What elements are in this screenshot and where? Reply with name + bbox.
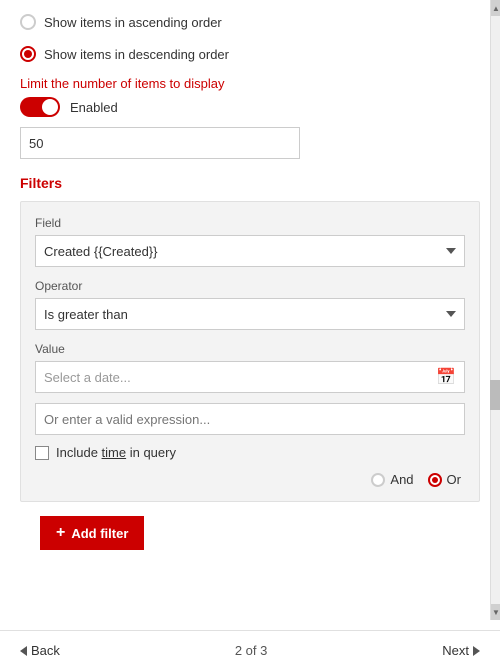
field-label: Field: [35, 216, 465, 230]
operator-label: Operator: [35, 279, 465, 293]
descending-radio[interactable]: [20, 46, 36, 62]
enabled-toggle[interactable]: [20, 97, 60, 117]
field-select-chevron: [446, 248, 456, 254]
field-select-value: Created {{Created}}: [44, 244, 157, 259]
field-select[interactable]: Created {{Created}}: [35, 235, 465, 267]
ascending-radio[interactable]: [20, 14, 36, 30]
next-label: Next: [442, 643, 469, 658]
toggle-label: Enabled: [70, 100, 118, 115]
bottom-nav: Back 2 of 3 Next: [0, 630, 500, 670]
scroll-down-arrow[interactable]: ▼: [491, 604, 500, 620]
add-filter-label: Add filter: [71, 526, 128, 541]
next-button[interactable]: Next: [442, 643, 480, 658]
date-input-row[interactable]: Select a date... 📅: [35, 361, 465, 393]
ascending-label: Show items in ascending order: [44, 15, 222, 30]
or-label: Or: [447, 472, 461, 487]
descending-option[interactable]: Show items in descending order: [20, 38, 480, 70]
operator-select-value: Is greater than: [44, 307, 128, 322]
expression-input[interactable]: [35, 403, 465, 435]
plus-icon: +: [56, 524, 65, 542]
page-info: 2 of 3: [235, 643, 268, 658]
and-option[interactable]: And: [371, 472, 413, 487]
checkbox-label: Include time in query: [56, 445, 176, 460]
filters-title: Filters: [20, 175, 480, 191]
toggle-row: Enabled: [20, 97, 480, 117]
include-time-row[interactable]: Include time in query: [35, 445, 465, 460]
date-placeholder: Select a date...: [44, 370, 131, 385]
scroll-up-arrow[interactable]: ▲: [491, 0, 500, 16]
top-section: Show items in ascending order Show items…: [0, 0, 500, 175]
and-radio[interactable]: [371, 473, 385, 487]
scrollbar-thumb[interactable]: [490, 380, 500, 410]
value-label: Value: [35, 342, 465, 356]
limit-label: Limit the number of items to display: [20, 76, 480, 91]
or-option[interactable]: Or: [428, 472, 461, 487]
back-label: Back: [31, 643, 60, 658]
filters-box: Field Created {{Created}} Operator Is gr…: [20, 201, 480, 502]
scrollbar-track: ▲ ▼: [490, 0, 500, 620]
limit-input[interactable]: [20, 127, 300, 159]
operator-select-chevron: [446, 311, 456, 317]
or-radio[interactable]: [428, 473, 442, 487]
operator-select[interactable]: Is greater than: [35, 298, 465, 330]
limit-section: Limit the number of items to display Ena…: [20, 70, 480, 175]
page-container: Show items in ascending order Show items…: [0, 0, 500, 670]
and-or-row: And Or: [35, 472, 465, 487]
and-label: And: [390, 472, 413, 487]
add-filter-button[interactable]: + Add filter: [40, 516, 144, 550]
filters-section: Filters Field Created {{Created}} Operat…: [0, 175, 500, 630]
calendar-icon[interactable]: 📅: [436, 367, 456, 387]
next-chevron-icon: [473, 646, 480, 656]
back-button[interactable]: Back: [20, 643, 60, 658]
ascending-option[interactable]: Show items in ascending order: [20, 6, 480, 38]
descending-label: Show items in descending order: [44, 47, 229, 62]
include-time-checkbox[interactable]: [35, 446, 49, 460]
back-chevron-icon: [20, 646, 27, 656]
